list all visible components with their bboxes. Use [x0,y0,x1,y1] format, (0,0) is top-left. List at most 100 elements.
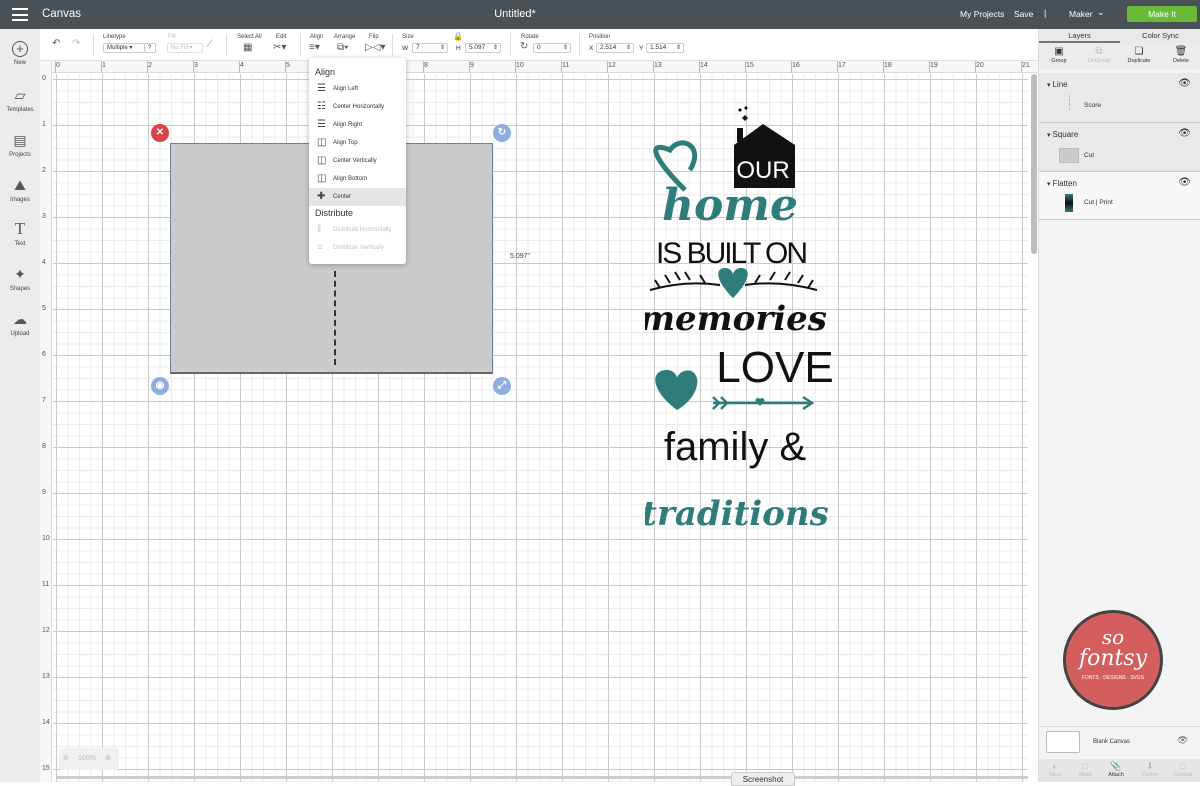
flip-icon[interactable]: ▷◁▾ [365,42,385,53]
action-label: Duplicate [1127,58,1151,64]
ruler-tick-label: 8 [424,62,428,69]
save-button[interactable]: Save [1014,9,1033,19]
option-label: Distribute Vertically [333,245,385,251]
center-horizontally-option[interactable]: ☷ Center Horizontally [309,98,406,116]
nav-new[interactable]: + New [0,41,40,66]
eye-icon[interactable]: 👁 [1178,128,1191,139]
horizontal-scrollbar[interactable] [56,776,1028,779]
zoom-in-icon[interactable]: ⊕ [105,748,111,770]
ungroup-button[interactable]: ⧉ UnGroup [1079,46,1119,64]
text-icon: T [14,219,26,238]
machine-select[interactable]: Maker [1069,9,1093,19]
ruler-major-tick [193,61,194,73]
resize-handle-icon[interactable]: ⤢ [493,377,511,395]
weld-button[interactable]: □ Weld [1069,761,1101,778]
nav-projects[interactable]: ▤ Projects [0,131,40,158]
rotate-handle-icon[interactable]: ↻ [493,124,511,142]
divider [392,34,393,56]
nav-images[interactable]: ⛰ Images [0,176,40,203]
x-label: X [589,45,594,52]
nav-shapes[interactable]: ✦ Shapes [0,265,40,292]
lock-handle-icon[interactable]: ◉ [151,377,169,395]
delete-handle-icon[interactable]: ✕ [151,124,169,142]
slice-button[interactable]: ◐ Slice [1039,761,1071,778]
nav-upload[interactable]: ☁ Upload [0,310,40,337]
ruler-tick-label: 11 [562,62,570,69]
nav-templates[interactable]: ▱ Templates [0,86,40,113]
delete-button[interactable]: 🗑 Delete [1161,46,1200,64]
eye-icon[interactable]: 👁 [1178,177,1191,188]
stepper-icon[interactable]: ⇕ [440,44,445,52]
action-label: Delete [1173,58,1189,64]
align-top-option[interactable]: ◫ Align Top [309,134,406,152]
duplicate-button[interactable]: ❏ Duplicate [1119,46,1159,64]
ruler-major-tick [653,61,654,73]
edit-toolbar: ↶ ↷ Linetype Multiple ▾ ? Fill No Fill ▾… [40,29,1038,61]
undo-icon[interactable]: ↶ [52,38,60,49]
make-it-button[interactable]: Make It [1127,6,1197,22]
zoom-out-icon[interactable]: ⊖ [63,748,69,770]
layer-line[interactable]: Line 👁 Score [1039,73,1200,123]
chevron-down-icon[interactable]: ⌄ [1097,7,1105,18]
tab-color-sync[interactable]: Color Sync [1120,31,1200,40]
action-label: Slice [1049,772,1061,778]
distribute-vertically-option[interactable]: ≡ Distribute Vertically [309,239,406,257]
flatten-button[interactable]: ⬇ Flatten [1134,761,1166,778]
center-vertically-option[interactable]: ◫ Center Vertically [309,152,406,170]
blank-canvas-row[interactable]: Blank Canvas 👁 [1039,726,1200,759]
cloud-upload-icon: ☁ [13,311,27,327]
stepper-icon[interactable]: ⇕ [493,44,498,52]
layer-square[interactable]: Square 👁 Cut [1039,123,1200,172]
stepper-icon[interactable]: ⇕ [676,44,681,52]
flattened-artwork[interactable]: OUR home IS BUILT ON memories LOVE famil… [639,100,835,540]
ruler-tick-label: 17 [838,62,846,69]
ruler-major-tick [561,61,562,73]
y-position-input[interactable]: 1.514 ⇕ [646,43,684,53]
option-label: Center Horizontally [333,104,385,110]
rotate-input[interactable]: 0 ⇕ [533,43,571,53]
edit-icon[interactable]: ✂▾ [273,42,286,53]
width-input[interactable]: 7 ⇕ [412,43,448,53]
ruler-tick-label: 10 [42,535,50,542]
score-line[interactable] [334,271,336,365]
height-input[interactable]: 5.097 ⇕ [465,43,501,53]
linetype-select[interactable]: Multiple ▾ [103,43,145,53]
attach-button[interactable]: 📎 Attach [1100,761,1132,778]
distribute-horizontally-option[interactable]: ‖ Distribute Horizontally [309,221,406,239]
align-left-option[interactable]: ☰ Align Left [309,80,406,98]
layer-flatten[interactable]: Flatten 👁 Cut | Print [1039,172,1200,220]
art-text-built-on: IS BUILT ON [656,237,808,270]
center-vertically-icon: ◫ [317,155,327,166]
eye-hidden-icon[interactable]: 👁 [1177,735,1188,746]
contour-button[interactable]: □ Contour [1167,761,1199,778]
ruler-major-tick [745,61,746,73]
x-position-input[interactable]: 2.514 ⇕ [596,43,634,53]
ruler-major-tick [469,61,470,73]
size-label: Size [402,34,414,40]
ruler-major-tick [515,61,516,73]
align-bottom-option[interactable]: ◫ Align Bottom [309,170,406,188]
stepper-icon[interactable]: ⇕ [563,44,568,52]
nav-text[interactable]: T Text [0,219,40,248]
screenshot-tab[interactable]: Screenshot [731,772,795,786]
arrange-label: Arrange [334,34,356,40]
ruler-major-tick [285,61,286,73]
vertical-scrollbar[interactable] [1031,74,1037,254]
align-right-option[interactable]: ☰ Align Right [309,116,406,134]
eye-icon[interactable]: 👁 [1178,78,1191,89]
ruler-tick-label: 19 [930,62,938,69]
align-icon[interactable]: ≡▾ [309,42,320,53]
select-all-icon[interactable]: ▦ [243,42,252,53]
stepper-icon[interactable]: ⇕ [626,44,631,52]
redo-icon[interactable]: ↷ [72,38,80,49]
center-option[interactable]: ✚ Center [309,188,406,206]
tab-layers[interactable]: Layers [1039,31,1120,43]
fill-select[interactable]: No Fill ▾ [167,43,203,53]
lock-icon[interactable]: 🔒 [453,32,463,41]
arrange-icon[interactable]: ⧉▾ [337,42,348,53]
group-button[interactable]: ▣ Group [1039,46,1079,64]
linetype-help-button[interactable]: ? [144,43,156,53]
layer-actions: ▣ Group ⧉ UnGroup ❏ Duplicate 🗑 Delete [1039,43,1200,69]
color-swatch-icon[interactable]: ⟋ [206,39,213,50]
my-projects-link[interactable]: My Projects [960,9,1004,19]
